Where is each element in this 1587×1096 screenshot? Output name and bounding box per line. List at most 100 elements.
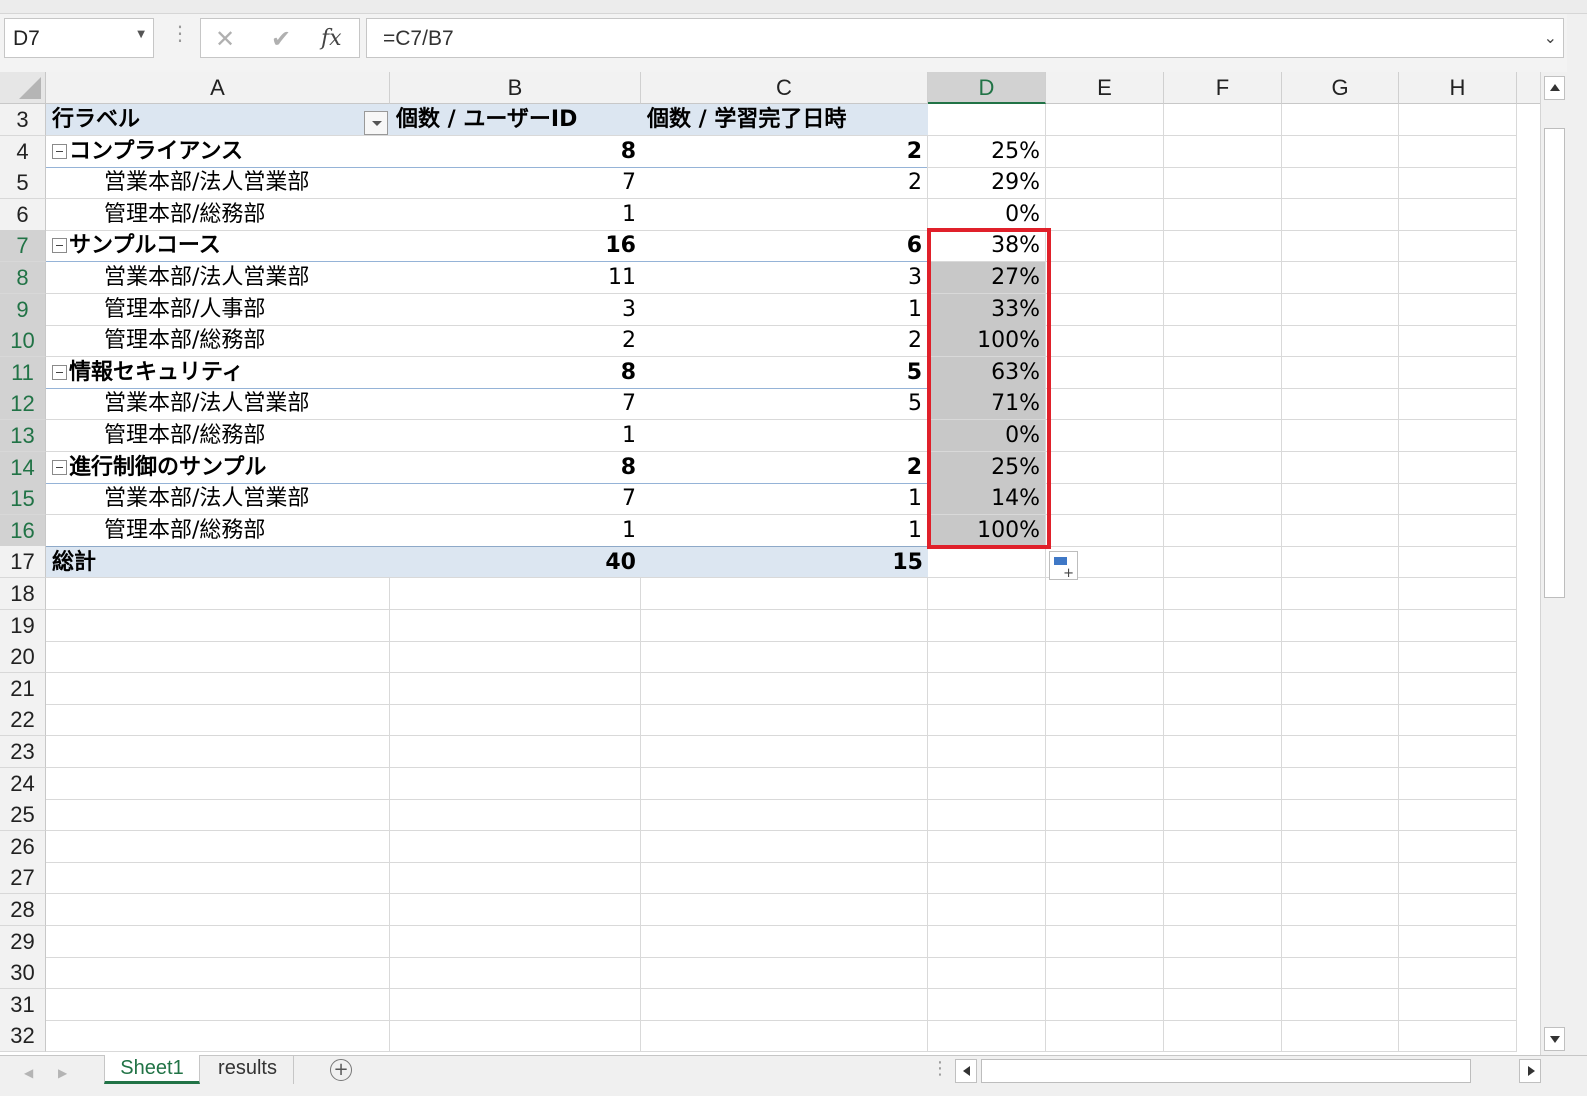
empty-cell[interactable] (1399, 862, 1517, 895)
empty-cell[interactable] (1046, 1020, 1164, 1053)
pivot-item-label[interactable]: 管理本部/総務部 (46, 199, 390, 231)
horizontal-scroll-thumb[interactable] (981, 1059, 1471, 1083)
empty-cell[interactable] (390, 957, 641, 990)
pivot-item-label[interactable]: 管理本部/人事部 (46, 294, 390, 326)
pivot-count-userid[interactable]: 7 (390, 483, 641, 516)
pivot-item-label[interactable]: 管理本部/総務部 (46, 420, 390, 452)
empty-cell[interactable] (1164, 388, 1282, 421)
empty-cell[interactable] (1399, 420, 1517, 452)
empty-cell[interactable] (1399, 514, 1517, 547)
empty-cell[interactable] (1046, 198, 1164, 231)
row-header[interactable]: 11 (0, 356, 46, 389)
empty-cell[interactable] (1046, 894, 1164, 926)
empty-cell[interactable] (1399, 293, 1517, 326)
empty-cell[interactable] (1164, 894, 1282, 926)
empty-cell[interactable] (1282, 925, 1399, 958)
pivot-group-label[interactable]: コンプライアンス (46, 136, 390, 168)
empty-cell[interactable] (641, 641, 928, 674)
empty-cell[interactable] (1164, 483, 1282, 516)
empty-cell[interactable] (928, 925, 1046, 958)
empty-cell[interactable] (1399, 799, 1517, 832)
empty-cell[interactable] (1282, 641, 1399, 674)
completion-rate-cell[interactable]: 0% (928, 198, 1046, 231)
pivot-group-label[interactable]: 情報セキュリティ (46, 357, 390, 389)
empty-cell[interactable] (1046, 451, 1164, 484)
empty-cell[interactable] (1164, 356, 1282, 389)
vertical-scrollbar[interactable] (1540, 72, 1567, 1055)
empty-cell[interactable] (1164, 198, 1282, 231)
empty-cell[interactable] (1046, 325, 1164, 358)
pivot-count-completed[interactable] (641, 198, 928, 231)
scroll-up-button[interactable] (1544, 76, 1565, 100)
empty-cell[interactable] (1164, 451, 1282, 484)
empty-cell[interactable] (1164, 957, 1282, 990)
row-header[interactable]: 18 (0, 578, 46, 610)
empty-cell[interactable] (1282, 483, 1399, 516)
completion-rate-cell[interactable]: 38% (928, 230, 1046, 263)
empty-cell[interactable] (390, 894, 641, 926)
empty-cell[interactable] (928, 578, 1046, 610)
empty-cell[interactable] (1164, 230, 1282, 263)
pivot-count-completed[interactable]: 5 (641, 356, 928, 389)
empty-cell[interactable] (390, 609, 641, 642)
row-header[interactable]: 15 (0, 483, 46, 516)
empty-cell[interactable] (1164, 262, 1282, 294)
empty-cell[interactable] (1164, 1020, 1282, 1053)
empty-cell[interactable] (641, 925, 928, 958)
empty-cell[interactable] (1164, 609, 1282, 642)
empty-cell[interactable] (1164, 736, 1282, 768)
empty-cell[interactable] (1282, 672, 1399, 705)
pivot-count-userid-header[interactable]: 個数 / ユーザーID (390, 104, 641, 136)
completion-rate-cell[interactable]: 0% (928, 420, 1046, 452)
pivot-count-userid[interactable]: 11 (390, 262, 641, 294)
empty-cell[interactable] (928, 704, 1046, 737)
empty-cell[interactable] (1399, 167, 1517, 200)
empty-cell[interactable] (1164, 167, 1282, 200)
empty-cell[interactable] (1282, 546, 1399, 579)
empty-cell[interactable] (1282, 420, 1399, 452)
pivot-row-label-header[interactable]: 行ラベル (46, 104, 390, 136)
empty-cell[interactable] (1399, 198, 1517, 231)
pivot-item-label[interactable]: 営業本部/法人営業部 (46, 167, 390, 200)
pivot-count-userid[interactable]: 7 (390, 167, 641, 200)
empty-cell[interactable] (1282, 135, 1399, 168)
column-header-h[interactable]: H (1399, 72, 1517, 104)
tab-sheet1[interactable]: Sheet1 (104, 1055, 200, 1084)
column-header-g[interactable]: G (1282, 72, 1399, 104)
empty-cell[interactable] (1282, 514, 1399, 547)
empty-cell[interactable] (1164, 830, 1282, 863)
empty-cell[interactable] (641, 1020, 928, 1053)
pivot-count-userid[interactable]: 1 (390, 420, 641, 452)
row-header[interactable]: 3 (0, 104, 46, 136)
pivot-count-userid[interactable]: 1 (390, 515, 641, 547)
empty-cell[interactable] (1046, 135, 1164, 168)
empty-cell[interactable] (1399, 135, 1517, 168)
pivot-count-completed[interactable]: 2 (641, 135, 928, 168)
pivot-count-completed[interactable]: 1 (641, 514, 928, 547)
empty-cell[interactable] (1164, 767, 1282, 800)
empty-cell[interactable] (1046, 420, 1164, 452)
empty-cell[interactable] (1164, 135, 1282, 168)
empty-cell[interactable] (641, 862, 928, 895)
empty-cell[interactable] (1282, 293, 1399, 326)
completion-rate-cell[interactable]: 100% (928, 514, 1046, 547)
empty-cell[interactable] (1399, 262, 1517, 294)
column-header-partial[interactable] (1517, 72, 1540, 104)
empty-cell[interactable] (1282, 104, 1399, 136)
next-sheet-icon[interactable]: ▶ (58, 1066, 67, 1080)
empty-cell[interactable] (46, 894, 390, 926)
empty-cell[interactable] (1399, 104, 1517, 136)
row-header[interactable]: 10 (0, 325, 46, 358)
empty-cell[interactable] (390, 672, 641, 705)
empty-cell[interactable] (390, 578, 641, 610)
empty-cell[interactable] (641, 799, 928, 832)
row-header[interactable]: 13 (0, 420, 46, 452)
empty-cell[interactable] (1399, 483, 1517, 516)
empty-cell[interactable] (1046, 578, 1164, 610)
empty-cell[interactable] (1046, 104, 1164, 136)
add-sheet-button[interactable]: + (330, 1059, 352, 1081)
row-header[interactable]: 32 (0, 1020, 46, 1053)
empty-cell[interactable] (1046, 672, 1164, 705)
row-header[interactable]: 21 (0, 672, 46, 705)
empty-cell[interactable] (641, 736, 928, 768)
